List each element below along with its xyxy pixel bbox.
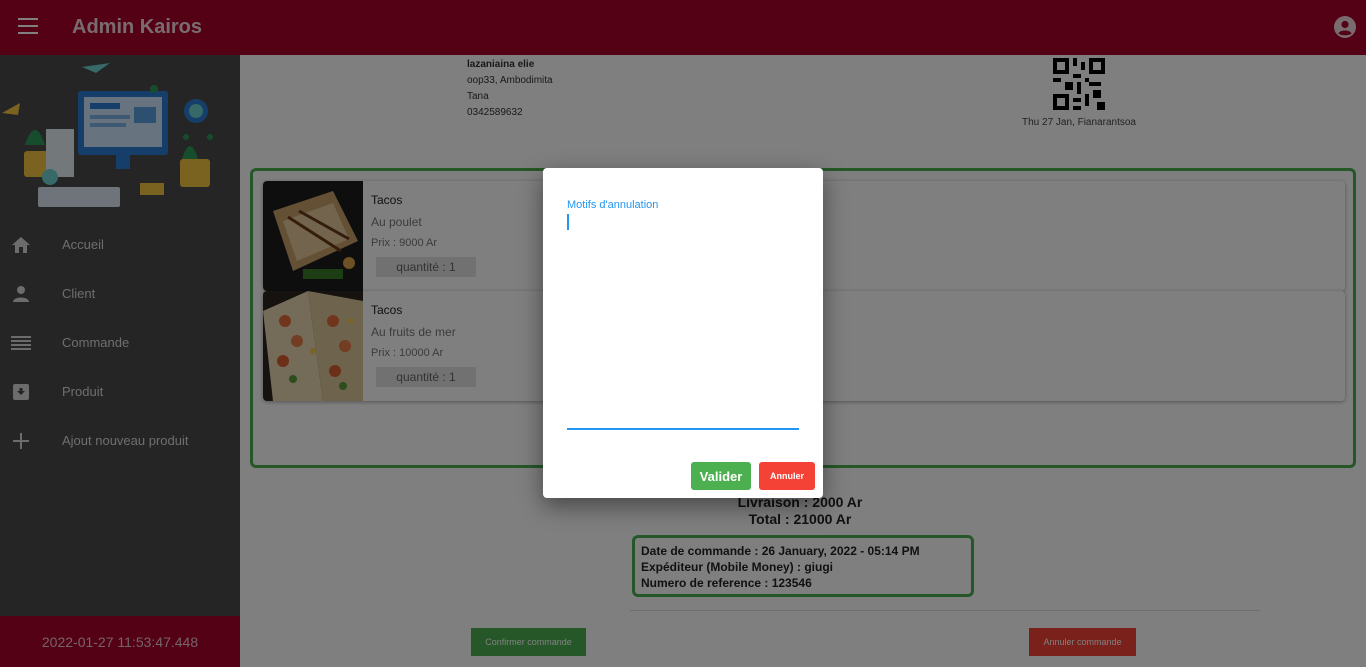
- cancel-reason-input[interactable]: [567, 214, 799, 428]
- validate-button[interactable]: Valider: [691, 462, 751, 490]
- cancel-reason-label: Motifs d'annulation: [567, 199, 659, 211]
- cancel-button[interactable]: Annuler: [759, 462, 815, 490]
- cancel-reason-dialog: Motifs d'annulation Valider Annuler: [543, 168, 823, 498]
- input-underline: [567, 428, 799, 430]
